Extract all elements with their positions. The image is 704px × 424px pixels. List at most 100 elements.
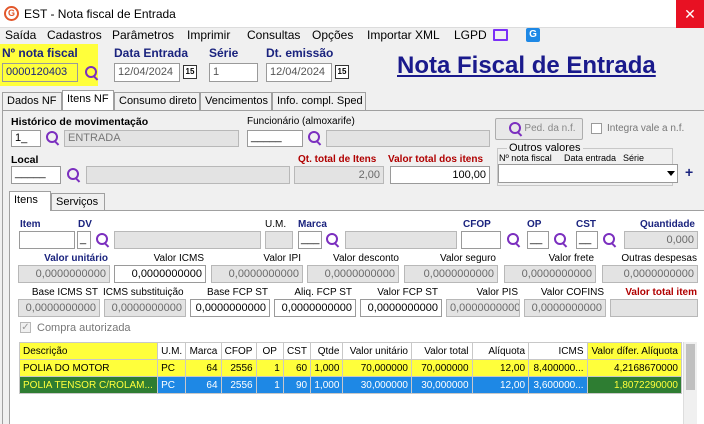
dv-label: DV [78, 219, 92, 230]
marca-desc [345, 231, 457, 249]
tab-consumo-direto[interactable]: Consumo direto [114, 92, 200, 110]
col-valor-unitario[interactable]: Valor unitário [342, 342, 412, 360]
item-desc [114, 231, 261, 249]
cell-qtde: 1,000 [310, 376, 344, 394]
main-tabs: Dados NF Itens NF Consumo direto Vencime… [2, 90, 702, 110]
op-input[interactable]: __ [527, 231, 549, 249]
nota-input[interactable]: 0000120403 [2, 63, 78, 82]
dt-emissao-label: Dt. emissão [266, 46, 334, 60]
outros-valores-select[interactable] [498, 164, 678, 183]
col-icms[interactable]: ICMS [528, 342, 588, 360]
search-icon[interactable] [307, 130, 323, 146]
cfop-input[interactable] [461, 231, 501, 249]
valor-fcp-st-input[interactable]: 0,0000000000 [360, 299, 442, 317]
col-aliquota[interactable]: Alíquota [471, 342, 530, 360]
quantidade-label: Quantidade [639, 219, 695, 230]
tab-dados-nf[interactable]: Dados NF [2, 92, 62, 110]
icms-subst-value: 0,0000000000 [104, 299, 186, 317]
menu-cadastros[interactable]: Cadastros [47, 28, 102, 42]
cell-op: 1 [255, 376, 284, 394]
add-icon[interactable]: + [685, 164, 693, 180]
ped-nf-button[interactable]: Ped. da n.f. [495, 118, 583, 140]
historico-desc: ENTRADA [64, 130, 239, 147]
dt-emissao-input[interactable]: 12/04/2024 [266, 63, 332, 82]
item-label: Item [20, 219, 41, 230]
cell-um: PC [157, 376, 187, 394]
funcionario-input[interactable]: _____ [247, 130, 303, 147]
cell-valor-unitario: 70,000000 [342, 359, 412, 377]
col-um[interactable]: U.M. [157, 342, 187, 360]
menu-opcoes[interactable]: Opções [312, 28, 353, 42]
tab-servicos[interactable]: Serviços [51, 193, 105, 211]
marca-input[interactable]: ___ [298, 231, 322, 249]
tab-itens-nf[interactable]: Itens NF [62, 90, 114, 110]
serie-input[interactable]: 1 [209, 63, 258, 82]
menu-lgpd[interactable]: LGPD [454, 28, 487, 42]
col-marca[interactable]: Marca [185, 342, 222, 360]
menu-saida[interactable]: Saída [5, 28, 36, 42]
col-valor-total[interactable]: Valor total [410, 342, 473, 360]
cell-marca: 64 [185, 359, 222, 377]
valor-total-label: Valor total dos itens [388, 154, 484, 165]
item-input[interactable] [19, 231, 75, 249]
outros-col-serie: Série [623, 153, 645, 163]
data-entrada-input[interactable]: 12/04/2024 [114, 63, 180, 82]
historico-code-input[interactable]: 1_ [11, 130, 41, 147]
ped-nf-label: Ped. da n.f. [524, 123, 576, 134]
close-button[interactable]: ✕ [676, 0, 704, 28]
tab-vencimentos[interactable]: Vencimentos [200, 92, 272, 110]
op-label: OP [527, 219, 542, 230]
valor-icms-input[interactable]: 0,0000000000 [114, 265, 206, 283]
table-row[interactable]: POLIA TENSOR C/ROLAM... PC 64 2556 1 90 … [18, 376, 683, 394]
tab-info-compl-sped[interactable]: Info. compl. Sped [272, 92, 366, 110]
compra-autorizada-checkbox[interactable]: ✓ [20, 322, 31, 333]
menu-parametros[interactable]: Parâmetros [112, 28, 174, 42]
valor-icms-label: Valor ICMS [153, 253, 204, 264]
search-icon[interactable] [506, 232, 522, 248]
tab-itens[interactable]: Itens [9, 191, 51, 211]
dv-input[interactable]: _ [77, 231, 91, 249]
marca-label: Marca [298, 219, 327, 230]
table-scrollbar[interactable] [683, 342, 697, 424]
search-icon[interactable] [95, 232, 111, 248]
cell-icms: 3,600000... [528, 376, 588, 394]
col-qtde[interactable]: Qtde [310, 342, 344, 360]
table-row[interactable]: POLIA DO MOTOR PC 64 2556 1 60 1,000 70,… [18, 359, 683, 377]
col-cst[interactable]: CST [282, 342, 312, 360]
search-icon[interactable] [66, 167, 82, 183]
col-op[interactable]: OP [255, 342, 284, 360]
g-app-icon[interactable]: G [526, 28, 540, 42]
cell-valor-total: 70,000000 [410, 359, 473, 377]
aliq-fcp-st-input[interactable]: 0,0000000000 [274, 299, 356, 317]
calendar-icon[interactable]: 15 [335, 65, 349, 79]
integra-checkbox[interactable] [591, 123, 602, 134]
valor-pis-label: Valor PIS [476, 287, 519, 298]
um-value [265, 231, 293, 249]
menu-importar-xml[interactable]: Importar XML [367, 28, 440, 42]
search-icon[interactable] [84, 65, 100, 81]
valor-cofins-value: 0,0000000000 [524, 299, 606, 317]
col-cfop[interactable]: CFOP [220, 342, 257, 360]
cell-marca: 64 [185, 376, 222, 394]
scrollbar-thumb[interactable] [686, 344, 695, 390]
outros-col-nota: Nº nota fiscal [499, 153, 552, 163]
cell-valor-unitario: 30,000000 [342, 376, 412, 394]
col-descricao[interactable]: Descrição [18, 342, 159, 360]
cst-input[interactable]: __ [576, 231, 598, 249]
search-icon[interactable] [45, 130, 61, 146]
valor-ipi-label: Valor IPI [263, 253, 301, 264]
menu-imprimir[interactable]: Imprimir [187, 28, 230, 42]
compra-autorizada-label: Compra autorizada [37, 322, 131, 334]
local-input[interactable]: _____ [11, 166, 61, 184]
col-valor-difer-aliquota[interactable]: Valor dífer. Alíquota [586, 342, 683, 360]
monitor-icon[interactable] [493, 29, 508, 41]
valor-total-value: 100,00 [390, 166, 490, 184]
calendar-icon[interactable]: 15 [183, 65, 197, 79]
search-icon[interactable] [325, 232, 341, 248]
valor-fcp-st-label: Valor FCP ST [377, 287, 438, 298]
search-icon[interactable] [553, 232, 569, 248]
quantidade-value: 0,000 [624, 231, 698, 249]
menu-consultas[interactable]: Consultas [247, 28, 300, 42]
search-icon[interactable] [602, 232, 618, 248]
base-fcp-st-input[interactable]: 0,0000000000 [190, 299, 270, 317]
